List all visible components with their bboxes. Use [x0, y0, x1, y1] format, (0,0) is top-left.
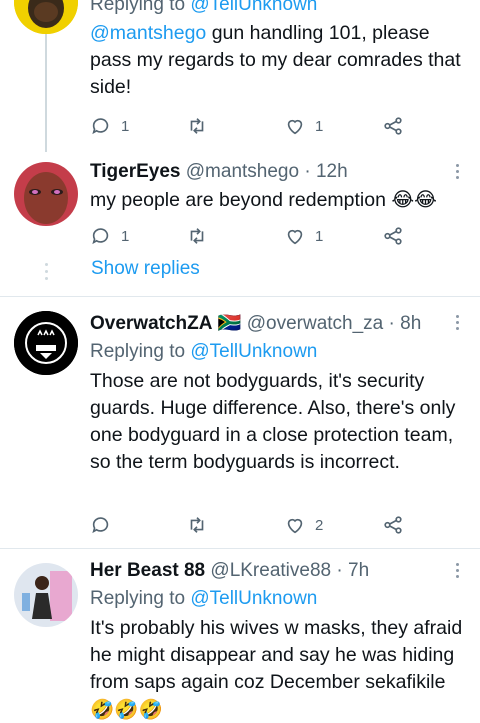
reply-icon	[92, 228, 109, 245]
replying-to-handle[interactable]: @TellUnknown	[190, 341, 317, 362]
like-button[interactable]: 1	[284, 224, 323, 248]
heart-icon	[287, 229, 303, 245]
tweet-reply-4[interactable]: Her Beast 88 @LKreative88 · 7h Replying …	[0, 549, 480, 723]
share-button[interactable]	[382, 513, 404, 537]
display-name[interactable]: TigerEyes	[90, 161, 180, 182]
avatar[interactable]	[14, 563, 78, 627]
replying-to-handle[interactable]: @TellUnknown	[190, 0, 317, 15]
timestamp[interactable]: 8h	[400, 313, 421, 334]
share-icon	[384, 227, 402, 245]
reply-count: 1	[121, 227, 130, 245]
tweet-actions: 2	[90, 513, 410, 537]
tweet-text: It's probably his wives w masks, they af…	[90, 617, 463, 721]
emoji: 🤣🤣🤣	[90, 698, 163, 721]
tweet-header: OverwatchZA 🇿🇦 @overwatch_za · 8h	[90, 312, 422, 334]
retweet-button[interactable]	[186, 114, 208, 138]
retweet-icon	[190, 228, 204, 244]
retweet-icon	[190, 517, 204, 533]
replying-to-handle[interactable]: @TellUnknown	[190, 588, 317, 609]
tweet-text: my people are beyond redemption 😂😂	[90, 188, 437, 211]
share-icon	[384, 516, 402, 534]
more-options-icon[interactable]	[456, 315, 460, 333]
emoji: 😂😂	[391, 188, 437, 211]
avatar[interactable]	[14, 162, 78, 226]
avatar[interactable]	[14, 311, 78, 375]
reply-button[interactable]: 1	[90, 224, 129, 248]
heart-icon	[287, 119, 303, 135]
tweet-header: Her Beast 88 @LKreative88 · 7h	[90, 560, 370, 581]
tweet-text: @mantshego gun handling 101, please pass…	[90, 22, 461, 98]
replying-to: Replying to @TellUnknown	[90, 341, 318, 362]
display-name[interactable]: OverwatchZA	[90, 313, 212, 334]
user-handle[interactable]: @overwatch_za	[247, 313, 384, 334]
retweet-icon	[190, 118, 204, 134]
display-name[interactable]: Her Beast 88	[90, 560, 205, 581]
user-handle[interactable]: @mantshego	[186, 161, 299, 182]
reply-count: 1	[121, 117, 130, 135]
thread-line	[45, 34, 47, 152]
like-count: 1	[315, 227, 324, 245]
like-count: 2	[315, 516, 324, 534]
replying-to: Replying to @TellUnknown	[90, 588, 318, 609]
reply-icon	[92, 517, 109, 534]
tweet-reply-1[interactable]: Replying to @TellUnknown @mantshego gun …	[0, 0, 480, 152]
tweet-reply-2[interactable]: TigerEyes @mantshego · 12h my people are…	[0, 150, 480, 296]
tweet-actions: 1 1	[90, 224, 410, 248]
more-options-icon[interactable]	[456, 563, 460, 581]
tweet-header: TigerEyes @mantshego · 12h	[90, 161, 348, 182]
like-button[interactable]: 1	[284, 114, 323, 138]
retweet-button[interactable]	[186, 513, 208, 537]
flag-icon: 🇿🇦	[217, 312, 242, 334]
more-options-icon[interactable]	[456, 164, 460, 182]
tweet-actions: 1 1	[90, 114, 410, 138]
reply-button[interactable]: 1	[90, 114, 129, 138]
like-count: 1	[315, 117, 324, 135]
timestamp[interactable]: 12h	[316, 161, 348, 182]
share-button[interactable]	[382, 224, 404, 248]
user-handle[interactable]: @LKreative88	[210, 560, 331, 581]
tweet-text: Those are not bodyguards, it's security …	[90, 370, 456, 473]
replying-to: Replying to @TellUnknown	[90, 0, 466, 18]
reply-icon	[92, 118, 109, 135]
mention-link[interactable]: @mantshego	[90, 22, 206, 44]
like-button[interactable]: 2	[284, 513, 323, 537]
retweet-button[interactable]	[186, 224, 208, 248]
timestamp[interactable]: 7h	[348, 560, 369, 581]
show-replies-link[interactable]: Show replies	[91, 258, 200, 280]
share-icon	[384, 117, 402, 135]
heart-icon	[287, 518, 303, 534]
thread-continuation-dots	[45, 263, 48, 284]
tweet-reply-3[interactable]: OverwatchZA 🇿🇦 @overwatch_za · 8h Replyi…	[0, 297, 480, 547]
avatar[interactable]	[14, 0, 78, 34]
reply-button[interactable]	[90, 513, 112, 537]
share-button[interactable]	[382, 114, 404, 138]
